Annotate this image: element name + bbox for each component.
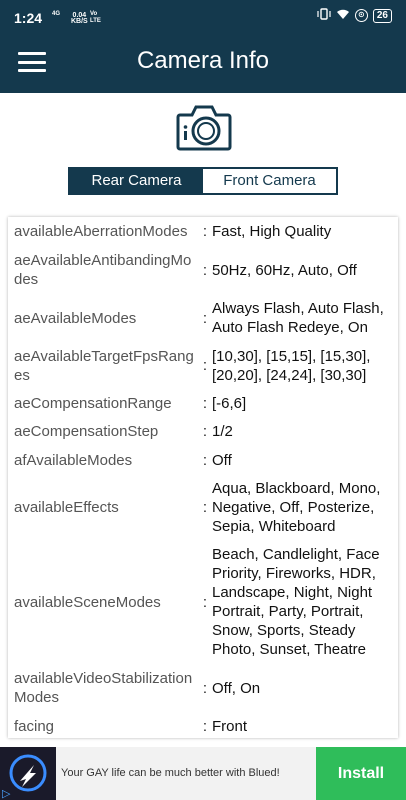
status-time: 1:24 xyxy=(14,10,43,26)
tab-rear-camera[interactable]: Rear Camera xyxy=(70,169,203,193)
network-type-indicator: 4G xyxy=(52,11,61,17)
install-button[interactable]: Install xyxy=(316,747,406,800)
row-value: 50Hz, 60Hz, Auto, Off xyxy=(212,261,357,279)
vibrate-icon xyxy=(317,8,331,23)
row-key: aeAvailableAntibandingModes xyxy=(14,252,192,288)
status-icons: ⊙ 26 xyxy=(317,8,392,23)
row-value: Beach, Candlelight, Face Priority, Firew… xyxy=(212,546,380,658)
row-value: Always Flash, Auto Flash, Auto Flash Red… xyxy=(212,300,384,336)
row-key: availableEffects xyxy=(14,498,119,516)
table-row: availableEffects : Aqua, Blackboard, Mon… xyxy=(8,474,398,540)
row-key: aeAvailableModes xyxy=(14,309,137,327)
table-row: facing : Front xyxy=(8,712,398,738)
row-key: aeCompensationStep xyxy=(14,423,159,440)
table-row: aeCompensationRange : [-6,6] xyxy=(8,389,398,417)
row-value: Fast, High Quality xyxy=(212,223,332,240)
status-bar: 1:24 4G 0.04 KB/S Vo LTE ⊙ 26 xyxy=(0,0,406,30)
row-separator: : xyxy=(202,357,208,374)
ad-choices-icon[interactable]: ▷ xyxy=(2,787,10,800)
row-separator: : xyxy=(202,394,208,412)
row-key: aeAvailableTargetFpsRanges xyxy=(14,347,194,384)
row-value: Front xyxy=(212,717,248,735)
row-value: Off, On xyxy=(212,679,261,697)
ad-text: Your GAY life can be much better with Bl… xyxy=(61,767,280,779)
table-row: availableSceneModes : Beach, Candlelight… xyxy=(8,540,398,664)
camera-icon xyxy=(176,103,232,151)
row-value: Aqua, Blackboard, Mono, Negative, Off, P… xyxy=(212,479,381,535)
row-separator: : xyxy=(202,261,208,279)
network-speed-unit: KB/S xyxy=(71,18,88,25)
battery-icon: 26 xyxy=(372,8,392,23)
table-row: aeAvailableAntibandingModes : 50Hz, 60Hz… xyxy=(8,246,398,294)
row-key: availableAberrationModes xyxy=(14,223,188,240)
table-row: aeAvailableModes : Always Flash, Auto Fl… xyxy=(8,294,398,342)
tab-front-camera[interactable]: Front Camera xyxy=(203,169,336,193)
row-key: aeCompensationRange xyxy=(14,394,172,412)
row-value: Off xyxy=(212,451,232,469)
network-speed: 0.04 KB/S xyxy=(71,12,88,25)
row-value: [10,30], [15,15], [15,30], [20,20], [24,… xyxy=(212,347,371,384)
camera-info-card: availableAberrationModes : Fast, High Qu… xyxy=(8,217,398,738)
row-key: availableVideoStabilizationModes xyxy=(14,670,193,706)
row-separator: : xyxy=(202,593,208,611)
row-value: 1/2 xyxy=(212,423,233,440)
camera-tabs: Rear Camera Front Camera xyxy=(68,167,338,195)
row-separator: : xyxy=(202,309,208,327)
row-key: facing xyxy=(14,717,55,735)
table-row: availableVideoStabilizationModes : Off, … xyxy=(8,664,398,712)
row-separator: : xyxy=(202,679,208,697)
row-separator: : xyxy=(202,717,208,735)
row-separator: : xyxy=(202,451,208,469)
hotspot-icon: ⊙ xyxy=(354,9,368,22)
row-separator: : xyxy=(202,498,208,516)
volte-indicator: Vo LTE xyxy=(90,11,101,24)
table-row: afAvailableModes : Off xyxy=(8,446,398,474)
row-key: afAvailableModes xyxy=(14,451,133,469)
table-row: aeCompensationStep : 1/2 xyxy=(8,417,398,446)
table-row: availableAberrationModes : Fast, High Qu… xyxy=(8,217,398,246)
row-separator: : xyxy=(202,223,208,240)
table-row: aeAvailableTargetFpsRanges : [10,30], [1… xyxy=(8,342,398,389)
wifi-icon xyxy=(336,8,350,23)
row-separator: : xyxy=(202,423,208,440)
row-key: availableSceneModes xyxy=(14,593,161,611)
app-bar: Camera Info xyxy=(0,30,406,93)
page-title: Camera Info xyxy=(136,47,270,74)
row-value: [-6,6] xyxy=(212,394,247,412)
ad-banner[interactable]: ▷ Your GAY life can be much better with … xyxy=(0,747,406,800)
